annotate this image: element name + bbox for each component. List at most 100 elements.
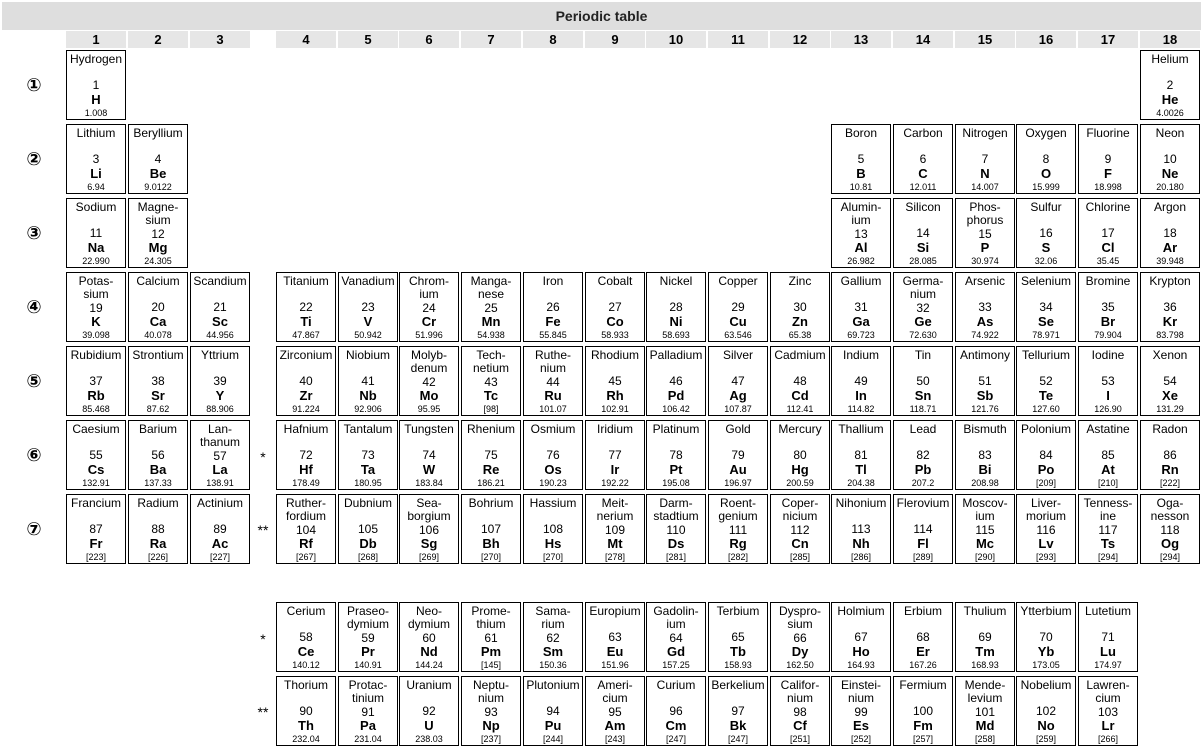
element-cell-rg[interactable]: Roent- genium 111 Rg [282] xyxy=(708,494,768,564)
element-cell-ge[interactable]: Germa- nium 32 Ge 72.630 xyxy=(893,272,953,342)
element-cell-au[interactable]: Gold 79 Au 196.97 xyxy=(708,420,768,490)
element-cell-no[interactable]: Nobelium 102 No [259] xyxy=(1016,676,1076,746)
element-cell-th[interactable]: Thorium 90 Th 232.04 xyxy=(276,676,336,746)
element-cell-u[interactable]: Uranium 92 U 238.03 xyxy=(399,676,459,746)
element-cell-rf[interactable]: Ruther- fordium 104 Rf [267] xyxy=(276,494,336,564)
element-cell-f[interactable]: Fluorine 9 F 18.998 xyxy=(1078,124,1138,194)
element-cell-pb[interactable]: Lead 82 Pb 207.2 xyxy=(893,420,953,490)
element-cell-eu[interactable]: Europium 63 Eu 151.96 xyxy=(585,602,645,672)
element-cell-c[interactable]: Carbon 6 C 12.011 xyxy=(893,124,953,194)
element-cell-re[interactable]: Rhenium 75 Re 186.21 xyxy=(461,420,521,490)
element-cell-bh[interactable]: Bohrium 107 Bh [270] xyxy=(461,494,521,564)
element-cell-os[interactable]: Osmium 76 Os 190.23 xyxy=(523,420,583,490)
element-cell-po[interactable]: Polonium 84 Po [209] xyxy=(1016,420,1076,490)
element-cell-rh[interactable]: Rhodium 45 Rh 102.91 xyxy=(585,346,645,416)
element-cell-pa[interactable]: Protac- tinium 91 Pa 231.04 xyxy=(338,676,398,746)
element-cell-as[interactable]: Arsenic 33 As 74.922 xyxy=(955,272,1015,342)
element-cell-ce[interactable]: Cerium 58 Ce 140.12 xyxy=(276,602,336,672)
element-cell-xe[interactable]: Xenon 54 Xe 131.29 xyxy=(1140,346,1200,416)
element-cell-y[interactable]: Yttrium 39 Y 88.906 xyxy=(190,346,250,416)
element-cell-sm[interactable]: Sama- rium 62 Sm 150.36 xyxy=(523,602,583,672)
element-cell-ar[interactable]: Argon 18 Ar 39.948 xyxy=(1140,198,1200,268)
element-cell-am[interactable]: Ameri- cium 95 Am [243] xyxy=(585,676,645,746)
element-cell-fe[interactable]: Iron 26 Fe 55.845 xyxy=(523,272,583,342)
element-cell-s[interactable]: Sulfur 16 S 32.06 xyxy=(1016,198,1076,268)
element-cell-sn[interactable]: Tin 50 Sn 118.71 xyxy=(893,346,953,416)
element-cell-cr[interactable]: Chrom- ium 24 Cr 51.996 xyxy=(399,272,459,342)
element-cell-al[interactable]: Alumin- ium 13 Al 26.982 xyxy=(831,198,891,268)
element-cell-sg[interactable]: Sea- borgium 106 Sg [269] xyxy=(399,494,459,564)
element-cell-p[interactable]: Phos- phorus 15 P 30.974 xyxy=(955,198,1015,268)
element-cell-ac[interactable]: Actinium 89 Ac [227] xyxy=(190,494,250,564)
element-cell-yb[interactable]: Ytterbium 70 Yb 173.05 xyxy=(1016,602,1076,672)
element-cell-cm[interactable]: Curium 96 Cm [247] xyxy=(646,676,706,746)
element-cell-ts[interactable]: Tenness- ine 117 Ts [294] xyxy=(1078,494,1138,564)
element-cell-mt[interactable]: Meit- nerium 109 Mt [278] xyxy=(585,494,645,564)
element-cell-lu[interactable]: Lutetium 71 Lu 174.97 xyxy=(1078,602,1138,672)
element-cell-mg[interactable]: Magne- sium 12 Mg 24.305 xyxy=(128,198,188,268)
element-cell-k[interactable]: Potas- sium 19 K 39.098 xyxy=(66,272,126,342)
element-cell-ds[interactable]: Darm- stadtium 110 Ds [281] xyxy=(646,494,706,564)
element-cell-ga[interactable]: Gallium 31 Ga 69.723 xyxy=(831,272,891,342)
element-cell-pt[interactable]: Platinum 78 Pt 195.08 xyxy=(646,420,706,490)
element-cell-na[interactable]: Sodium 11 Na 22.990 xyxy=(66,198,126,268)
element-cell-sr[interactable]: Strontium 38 Sr 87.62 xyxy=(128,346,188,416)
element-cell-v[interactable]: Vanadium 23 V 50.942 xyxy=(338,272,398,342)
element-cell-te[interactable]: Tellurium 52 Te 127.60 xyxy=(1016,346,1076,416)
element-cell-ni[interactable]: Nickel 28 Ni 58.693 xyxy=(646,272,706,342)
element-cell-li[interactable]: Lithium 3 Li 6.94 xyxy=(66,124,126,194)
element-cell-lr[interactable]: Lawren- cium 103 Lr [266] xyxy=(1078,676,1138,746)
element-cell-i[interactable]: Iodine 53 I 126.90 xyxy=(1078,346,1138,416)
element-cell-w[interactable]: Tungsten 74 W 183.84 xyxy=(399,420,459,490)
element-cell-ho[interactable]: Holmium 67 Ho 164.93 xyxy=(831,602,891,672)
element-cell-ir[interactable]: Iridium 77 Ir 192.22 xyxy=(585,420,645,490)
element-cell-gd[interactable]: Gadolin- ium 64 Gd 157.25 xyxy=(646,602,706,672)
element-cell-o[interactable]: Oxygen 8 O 15.999 xyxy=(1016,124,1076,194)
element-cell-tb[interactable]: Terbium 65 Tb 158.93 xyxy=(708,602,768,672)
element-cell-cd[interactable]: Cadmium 48 Cd 112.41 xyxy=(770,346,830,416)
element-cell-hg[interactable]: Mercury 80 Hg 200.59 xyxy=(770,420,830,490)
element-cell-er[interactable]: Erbium 68 Er 167.26 xyxy=(893,602,953,672)
element-cell-n[interactable]: Nitrogen 7 N 14.007 xyxy=(955,124,1015,194)
element-cell-kr[interactable]: Krypton 36 Kr 83.798 xyxy=(1140,272,1200,342)
element-cell-zn[interactable]: Zinc 30 Zn 65.38 xyxy=(770,272,830,342)
element-cell-np[interactable]: Neptu- nium 93 Np [237] xyxy=(461,676,521,746)
element-cell-in[interactable]: Indium 49 In 114.82 xyxy=(831,346,891,416)
element-cell-lv[interactable]: Liver- morium 116 Lv [293] xyxy=(1016,494,1076,564)
element-cell-db[interactable]: Dubnium 105 Db [268] xyxy=(338,494,398,564)
element-cell-he[interactable]: Helium 2 He 4.0026 xyxy=(1140,50,1200,120)
element-cell-mo[interactable]: Molyb- denum 42 Mo 95.95 xyxy=(399,346,459,416)
element-cell-rb[interactable]: Rubidium 37 Rb 85.468 xyxy=(66,346,126,416)
element-cell-nb[interactable]: Niobium 41 Nb 92.906 xyxy=(338,346,398,416)
element-cell-zr[interactable]: Zirconium 40 Zr 91.224 xyxy=(276,346,336,416)
element-cell-rn[interactable]: Radon 86 Rn [222] xyxy=(1140,420,1200,490)
element-cell-ca[interactable]: Calcium 20 Ca 40.078 xyxy=(128,272,188,342)
element-cell-pu[interactable]: Plutonium 94 Pu [244] xyxy=(523,676,583,746)
element-cell-sc[interactable]: Scandium 21 Sc 44.956 xyxy=(190,272,250,342)
element-cell-tm[interactable]: Thulium 69 Tm 168.93 xyxy=(955,602,1015,672)
element-cell-br[interactable]: Bromine 35 Br 79.904 xyxy=(1078,272,1138,342)
element-cell-bk[interactable]: Berkelium 97 Bk [247] xyxy=(708,676,768,746)
element-cell-pd[interactable]: Palladium 46 Pd 106.42 xyxy=(646,346,706,416)
element-cell-ti[interactable]: Titanium 22 Ti 47.867 xyxy=(276,272,336,342)
element-cell-mn[interactable]: Manga- nese 25 Mn 54.938 xyxy=(461,272,521,342)
element-cell-ba[interactable]: Barium 56 Ba 137.33 xyxy=(128,420,188,490)
element-cell-si[interactable]: Silicon 14 Si 28.085 xyxy=(893,198,953,268)
element-cell-b[interactable]: Boron 5 B 10.81 xyxy=(831,124,891,194)
element-cell-ag[interactable]: Silver 47 Ag 107.87 xyxy=(708,346,768,416)
element-cell-fr[interactable]: Francium 87 Fr [223] xyxy=(66,494,126,564)
element-cell-dy[interactable]: Dyspro- sium 66 Dy 162.50 xyxy=(770,602,830,672)
element-cell-mc[interactable]: Moscov- ium 115 Mc [290] xyxy=(955,494,1015,564)
element-cell-tl[interactable]: Thallium 81 Tl 204.38 xyxy=(831,420,891,490)
element-cell-co[interactable]: Cobalt 27 Co 58.933 xyxy=(585,272,645,342)
element-cell-sb[interactable]: Antimony 51 Sb 121.76 xyxy=(955,346,1015,416)
element-cell-es[interactable]: Einstei- nium 99 Es [252] xyxy=(831,676,891,746)
element-cell-la[interactable]: Lan- thanum 57 La 138.91 xyxy=(190,420,250,490)
element-cell-se[interactable]: Selenium 34 Se 78.971 xyxy=(1016,272,1076,342)
element-cell-og[interactable]: Oga- nesson 118 Og [294] xyxy=(1140,494,1200,564)
element-cell-at[interactable]: Astatine 85 At [210] xyxy=(1078,420,1138,490)
element-cell-ta[interactable]: Tantalum 73 Ta 180.95 xyxy=(338,420,398,490)
element-cell-pm[interactable]: Prome- thium 61 Pm [145] xyxy=(461,602,521,672)
element-cell-h[interactable]: Hydrogen 1 H 1.008 xyxy=(66,50,126,120)
element-cell-nd[interactable]: Neo- dymium 60 Nd 144.24 xyxy=(399,602,459,672)
